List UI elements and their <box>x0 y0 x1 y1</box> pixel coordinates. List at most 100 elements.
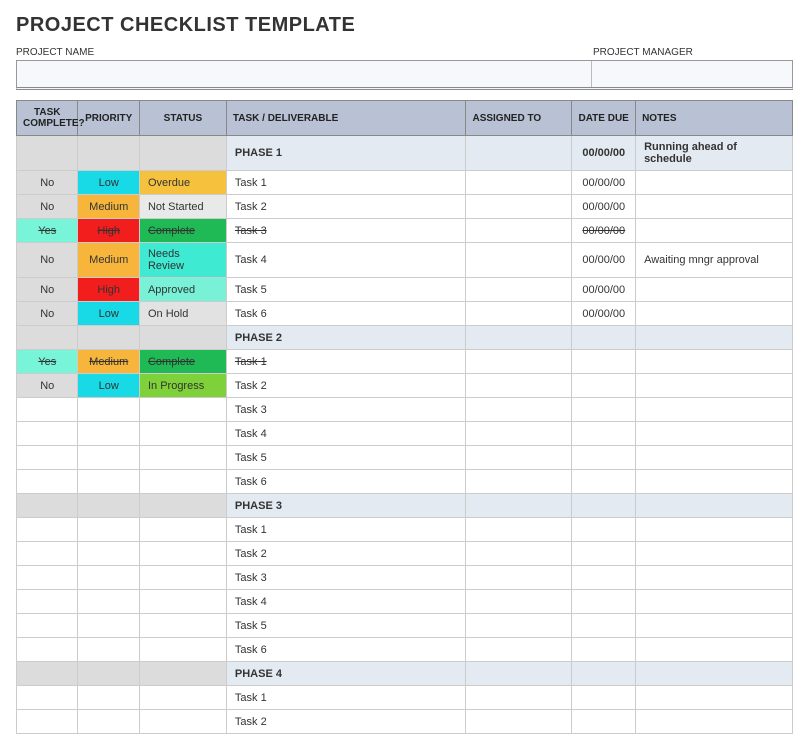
cell-status[interactable]: Approved <box>139 278 226 302</box>
cell-notes[interactable] <box>636 710 793 734</box>
cell-status[interactable] <box>139 518 226 542</box>
cell-status[interactable] <box>139 662 226 686</box>
cell-date-due[interactable] <box>572 710 636 734</box>
cell-status[interactable] <box>139 422 226 446</box>
cell-assigned[interactable] <box>466 219 572 243</box>
cell-date-due[interactable]: 00/00/00 <box>572 243 636 278</box>
cell-assigned[interactable] <box>466 566 572 590</box>
cell-notes[interactable] <box>636 638 793 662</box>
cell-complete[interactable] <box>17 136 78 171</box>
cell-priority[interactable] <box>78 686 139 710</box>
cell-complete[interactable] <box>17 614 78 638</box>
cell-task[interactable]: Task 1 <box>226 686 466 710</box>
cell-complete[interactable]: Yes <box>17 219 78 243</box>
cell-assigned[interactable] <box>466 136 572 171</box>
cell-complete[interactable]: No <box>17 171 78 195</box>
cell-priority[interactable] <box>78 638 139 662</box>
cell-assigned[interactable] <box>466 374 572 398</box>
cell-notes[interactable] <box>636 446 793 470</box>
cell-notes[interactable] <box>636 422 793 446</box>
cell-date-due[interactable] <box>572 662 636 686</box>
cell-complete[interactable] <box>17 446 78 470</box>
cell-assigned[interactable] <box>466 422 572 446</box>
cell-date-due[interactable]: 00/00/00 <box>572 278 636 302</box>
cell-complete[interactable] <box>17 686 78 710</box>
cell-complete[interactable] <box>17 590 78 614</box>
cell-assigned[interactable] <box>466 710 572 734</box>
cell-status[interactable] <box>139 710 226 734</box>
cell-date-due[interactable] <box>572 470 636 494</box>
cell-priority[interactable]: High <box>78 219 139 243</box>
cell-date-due[interactable] <box>572 374 636 398</box>
cell-status[interactable]: Complete <box>139 350 226 374</box>
cell-priority[interactable] <box>78 136 139 171</box>
cell-task[interactable]: Task 6 <box>226 302 466 326</box>
cell-date-due[interactable] <box>572 446 636 470</box>
cell-assigned[interactable] <box>466 326 572 350</box>
cell-task[interactable]: Task 6 <box>226 638 466 662</box>
cell-assigned[interactable] <box>466 302 572 326</box>
cell-priority[interactable] <box>78 590 139 614</box>
cell-complete[interactable]: No <box>17 243 78 278</box>
cell-status[interactable] <box>139 494 226 518</box>
cell-assigned[interactable] <box>466 446 572 470</box>
cell-assigned[interactable] <box>466 542 572 566</box>
cell-priority[interactable] <box>78 614 139 638</box>
cell-priority[interactable] <box>78 446 139 470</box>
cell-notes[interactable]: Running ahead of schedule <box>636 136 793 171</box>
cell-status[interactable] <box>139 326 226 350</box>
cell-notes[interactable] <box>636 590 793 614</box>
cell-priority[interactable]: High <box>78 278 139 302</box>
cell-notes[interactable] <box>636 686 793 710</box>
cell-task[interactable]: PHASE 1 <box>226 136 466 171</box>
cell-notes[interactable] <box>636 326 793 350</box>
cell-notes[interactable] <box>636 171 793 195</box>
cell-status[interactable]: Needs Review <box>139 243 226 278</box>
cell-complete[interactable] <box>17 566 78 590</box>
cell-notes[interactable] <box>636 662 793 686</box>
cell-status[interactable]: On Hold <box>139 302 226 326</box>
cell-task[interactable]: Task 2 <box>226 195 466 219</box>
cell-task[interactable]: Task 2 <box>226 374 466 398</box>
cell-task[interactable]: Task 2 <box>226 542 466 566</box>
cell-complete[interactable] <box>17 710 78 734</box>
cell-task[interactable]: Task 4 <box>226 590 466 614</box>
cell-priority[interactable]: Low <box>78 171 139 195</box>
cell-assigned[interactable] <box>466 518 572 542</box>
cell-assigned[interactable] <box>466 243 572 278</box>
cell-complete[interactable]: No <box>17 374 78 398</box>
cell-notes[interactable]: Awaiting mngr approval <box>636 243 793 278</box>
cell-status[interactable]: Not Started <box>139 195 226 219</box>
cell-task[interactable]: Task 5 <box>226 614 466 638</box>
cell-task[interactable]: Task 5 <box>226 278 466 302</box>
cell-priority[interactable] <box>78 566 139 590</box>
cell-task[interactable]: Task 3 <box>226 219 466 243</box>
cell-task[interactable]: Task 4 <box>226 422 466 446</box>
cell-assigned[interactable] <box>466 398 572 422</box>
cell-date-due[interactable] <box>572 590 636 614</box>
cell-complete[interactable] <box>17 470 78 494</box>
cell-notes[interactable] <box>636 566 793 590</box>
cell-complete[interactable] <box>17 638 78 662</box>
cell-assigned[interactable] <box>466 171 572 195</box>
cell-assigned[interactable] <box>466 278 572 302</box>
cell-date-due[interactable] <box>572 422 636 446</box>
cell-complete[interactable] <box>17 398 78 422</box>
cell-assigned[interactable] <box>466 686 572 710</box>
cell-task[interactable]: Task 6 <box>226 470 466 494</box>
cell-status[interactable]: Overdue <box>139 171 226 195</box>
cell-priority[interactable] <box>78 710 139 734</box>
cell-task[interactable]: PHASE 2 <box>226 326 466 350</box>
cell-complete[interactable] <box>17 518 78 542</box>
cell-assigned[interactable] <box>466 614 572 638</box>
cell-status[interactable] <box>139 614 226 638</box>
cell-priority[interactable] <box>78 326 139 350</box>
cell-date-due[interactable]: 00/00/00 <box>572 302 636 326</box>
cell-status[interactable] <box>139 470 226 494</box>
cell-status[interactable] <box>139 398 226 422</box>
cell-priority[interactable] <box>78 662 139 686</box>
cell-task[interactable]: Task 1 <box>226 171 466 195</box>
cell-assigned[interactable] <box>466 638 572 662</box>
cell-date-due[interactable] <box>572 518 636 542</box>
cell-complete[interactable]: No <box>17 195 78 219</box>
